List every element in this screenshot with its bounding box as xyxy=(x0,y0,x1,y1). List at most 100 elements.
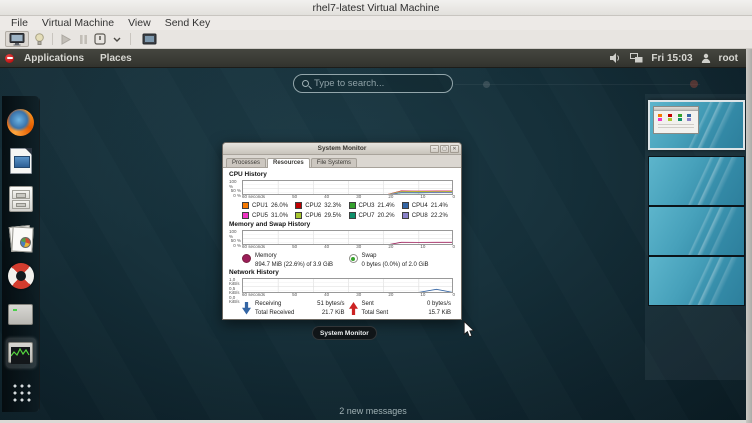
run-button[interactable] xyxy=(59,31,73,47)
cpu8-swatch xyxy=(402,212,409,219)
tab-file-systems[interactable]: File Systems xyxy=(311,158,357,167)
console-monitor-icon xyxy=(9,33,25,46)
cpu7-legend: CPU720.2% xyxy=(349,212,402,219)
tab-resources[interactable]: Resources xyxy=(267,158,310,168)
workspace-thumbnail-4[interactable] xyxy=(648,256,745,306)
pause-button[interactable] xyxy=(76,31,90,47)
toolbar-separator xyxy=(130,33,131,45)
vm-window-titlebar[interactable]: rhel7-latest Virtual Machine xyxy=(0,0,752,16)
receiving-legend-item: Receiving Total Received 51 bytes/s 21.7… xyxy=(242,301,349,317)
cpu3-swatch xyxy=(349,202,356,209)
swap-label: Swap xyxy=(362,253,429,259)
mini-line xyxy=(658,124,694,125)
workspace-window-preview xyxy=(653,106,699,134)
network-history-graph: 1.0 KiB/s0.5 KiB/s0.0 KiB/s xyxy=(229,278,455,293)
lightbulb-icon xyxy=(35,33,44,46)
memory-history-title: Memory and Swap History xyxy=(229,221,455,228)
show-console-button[interactable] xyxy=(5,31,29,47)
firefox-icon xyxy=(7,109,34,136)
virt-manager-window: rhel7-latest Virtual Machine File Virtua… xyxy=(0,0,752,423)
vm-toolbar xyxy=(0,30,752,49)
workspace-thumbnail-2[interactable] xyxy=(648,156,745,206)
workspace-window-preview-legend xyxy=(654,111,698,122)
search-box[interactable] xyxy=(293,74,453,93)
cpu-x-axis: 60 seconds50403020100 xyxy=(242,195,455,200)
shutdown-button[interactable] xyxy=(93,31,107,47)
workspace-thumbnail-1[interactable] xyxy=(648,100,745,150)
applications-menu[interactable]: Applications xyxy=(18,53,90,64)
search-input[interactable] xyxy=(314,78,444,89)
show-details-button[interactable] xyxy=(32,31,46,47)
fullscreen-button[interactable] xyxy=(137,31,161,47)
run-icon xyxy=(61,34,71,45)
total-received-label: Total Received xyxy=(255,310,309,316)
memory-x-axis: 60 seconds50403020100 xyxy=(242,245,455,250)
system-monitor-titlebar[interactable]: System Monitor – ▢ ✕ xyxy=(223,143,461,155)
cpu1-legend: CPU126.0% xyxy=(242,202,295,209)
dock-item-documents[interactable] xyxy=(6,223,36,252)
file-cabinet-icon xyxy=(9,186,33,212)
dash-dock xyxy=(2,96,40,412)
sent-legend-item: Sent Total Sent 0 bytes/s 15.7 KiB xyxy=(349,301,456,317)
background-decoration xyxy=(690,80,698,88)
total-received-value: 21.7 KiB xyxy=(309,310,345,316)
swap-pie-icon xyxy=(349,254,358,263)
cpu4-swatch xyxy=(402,202,409,209)
cpu8-legend: CPU822.2% xyxy=(402,212,455,219)
network-x-axis: 60 seconds50403020100 xyxy=(242,293,455,298)
pie-chart-decoration xyxy=(20,237,31,248)
network-icon[interactable] xyxy=(630,53,643,63)
dock-item-file-cabinet[interactable] xyxy=(6,185,36,214)
message-tray[interactable]: 2 new messages xyxy=(0,406,746,416)
clock[interactable]: Fri 15:03 xyxy=(651,53,692,64)
cpu3-legend: CPU321.4% xyxy=(349,202,402,209)
menu-view[interactable]: View xyxy=(121,17,158,29)
workspace-thumbnail-3[interactable] xyxy=(648,206,745,256)
swap-legend-item: Swap 0 bytes (0.0%) of 2.0 GiB xyxy=(349,253,456,268)
places-menu[interactable]: Places xyxy=(94,53,138,64)
receiving-label: Receiving xyxy=(255,301,309,307)
dock-item-terminal[interactable] xyxy=(6,300,36,329)
memory-y-axis: 100 %50 %0 % xyxy=(229,230,242,245)
system-monitor-icon xyxy=(8,342,33,363)
vm-menubar: File Virtual Machine View Send Key xyxy=(0,16,752,30)
dock-item-firefox[interactable] xyxy=(6,108,36,137)
pause-icon xyxy=(79,34,88,45)
menu-file[interactable]: File xyxy=(4,17,35,29)
sent-label: Sent xyxy=(362,301,416,307)
dock-item-help[interactable] xyxy=(6,262,36,291)
system-monitor-title: System Monitor xyxy=(223,145,461,152)
terminal-icon xyxy=(8,304,33,325)
search-icon xyxy=(302,80,309,87)
tab-processes[interactable]: Processes xyxy=(226,158,266,167)
show-applications-button[interactable] xyxy=(6,377,36,406)
mouse-cursor xyxy=(463,321,475,338)
background-decoration xyxy=(455,84,700,85)
presentation-document-icon xyxy=(10,148,32,174)
menu-virtual-machine[interactable]: Virtual Machine xyxy=(35,17,121,29)
shutdown-icon xyxy=(94,33,106,45)
cpu1-swatch xyxy=(242,202,249,209)
volume-icon[interactable] xyxy=(610,53,622,63)
shutdown-menu-button[interactable] xyxy=(110,31,124,47)
top-bar-right: Fri 15:03 root xyxy=(610,53,738,64)
memory-swap-legend: Memory 894.7 MiB (22.6%) of 3.9 GiB Swap… xyxy=(242,253,455,268)
dock-item-presentation[interactable] xyxy=(6,146,36,175)
close-button[interactable]: ✕ xyxy=(450,145,459,153)
minimize-button[interactable]: – xyxy=(430,145,439,153)
user-menu[interactable]: root xyxy=(719,53,738,64)
cpu5-swatch xyxy=(242,212,249,219)
dock-item-system-monitor[interactable] xyxy=(6,338,36,367)
sent-rate: 0 bytes/s xyxy=(415,301,451,307)
gnome-top-bar: Applications Places Fri 15:03 root xyxy=(0,49,746,68)
total-sent-value: 15.7 KiB xyxy=(415,310,451,316)
user-icon xyxy=(701,53,711,63)
activities-overview: System Monitor – ▢ ✕ Processes Resources… xyxy=(0,68,746,423)
app-grid-icon xyxy=(10,381,31,402)
cpu-history-title: CPU History xyxy=(229,171,455,178)
memory-detail: 894.7 MiB (22.6%) of 3.9 GiB xyxy=(255,262,333,268)
drawer-decoration xyxy=(12,190,30,199)
memory-history-graph: 100 %50 %0 % xyxy=(229,230,455,245)
maximize-button[interactable]: ▢ xyxy=(440,145,449,153)
menu-send-key[interactable]: Send Key xyxy=(158,17,218,29)
